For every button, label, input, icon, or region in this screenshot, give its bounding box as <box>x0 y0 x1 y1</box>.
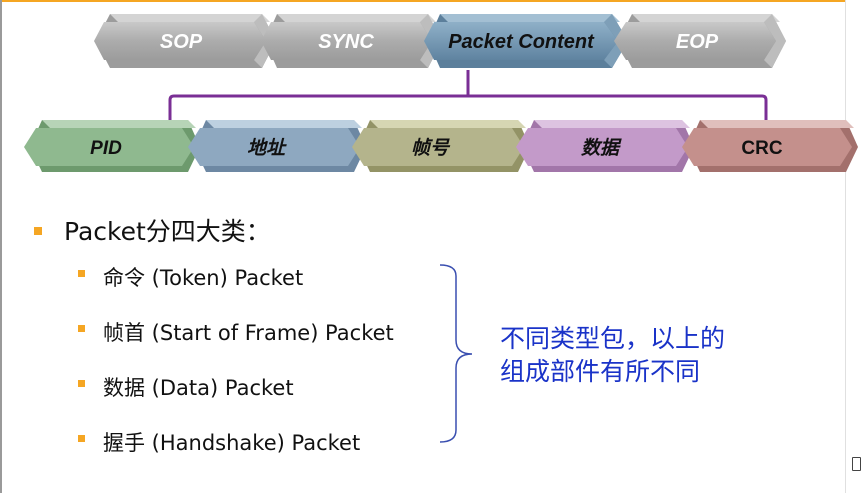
content-address: 地址 <box>188 120 366 172</box>
field-sop: SOP <box>94 14 276 68</box>
types-note-line1: 不同类型包，以上的 <box>500 324 726 353</box>
content-frame-number: 帧号 <box>352 120 530 172</box>
type-bullet-marker <box>78 435 85 442</box>
content-connector-bracket <box>168 94 768 124</box>
field-eop-label: EOP <box>676 31 719 53</box>
field-packet-content: Packet Content <box>424 14 628 68</box>
type-bullet-marker <box>78 325 85 332</box>
field-sop-label: SOP <box>160 31 203 53</box>
packet-type-handshake: 握手 (Handshake) Packet <box>103 431 361 455</box>
content-frame-number-label: 帧号 <box>411 137 451 159</box>
content-pid: PID <box>24 120 200 172</box>
field-sync-label: SYNC <box>318 31 374 53</box>
types-curly-brace <box>439 264 473 443</box>
packet-type-token: 命令 (Token) Packet <box>103 266 304 290</box>
content-address-label: 地址 <box>247 137 287 159</box>
field-sync: SYNC <box>261 14 442 68</box>
cursor-icon <box>852 457 861 471</box>
types-note: 不同类型包，以上的 组成部件有所不同 <box>500 322 725 388</box>
content-data-label: 数据 <box>581 137 622 159</box>
field-packet-content-label: Packet Content <box>448 31 595 53</box>
packet-type-data: 数据 (Data) Packet <box>103 376 294 400</box>
type-bullet-marker <box>78 380 85 387</box>
content-pid-label: PID <box>90 138 122 159</box>
content-crc: CRC <box>682 120 858 172</box>
packet-type-sof: 帧首 (Start of Frame) Packet <box>103 321 394 345</box>
type-bullet-marker <box>78 270 85 277</box>
content-data: 数据 <box>516 120 694 172</box>
main-bullet-text: Packet分四大类： <box>64 217 271 246</box>
field-eop: EOP <box>614 14 786 68</box>
content-crc-label: CRC <box>741 138 782 159</box>
main-bullet-marker <box>34 227 42 235</box>
types-note-line2: 组成部件有所不同 <box>500 357 701 386</box>
